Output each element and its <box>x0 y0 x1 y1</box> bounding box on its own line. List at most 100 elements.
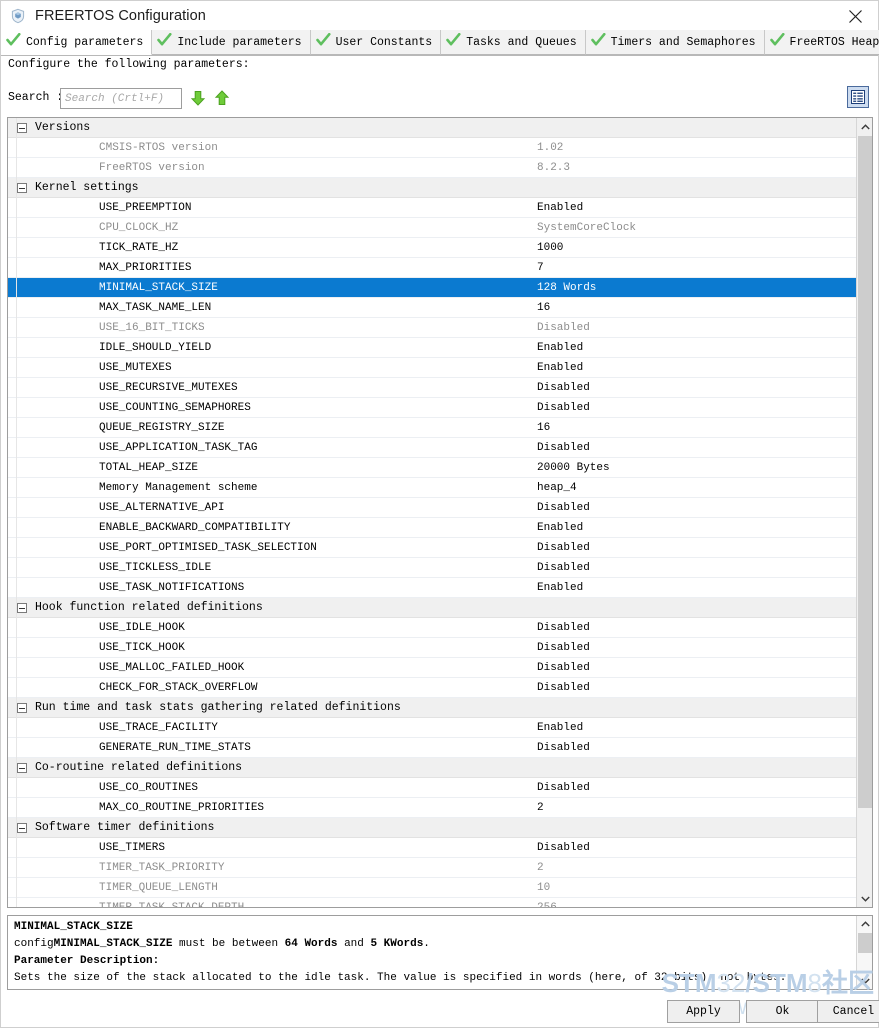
tab-tasks-and-queues[interactable]: Tasks and Queues <box>441 30 586 55</box>
parameter-value: Enabled <box>537 341 584 354</box>
tab-include-parameters[interactable]: Include parameters <box>152 30 311 55</box>
collapse-expand-icon[interactable] <box>17 122 27 133</box>
ok-button[interactable]: Ok <box>746 1000 819 1023</box>
parameter-name: GENERATE_RUN_TIME_STATS <box>99 741 251 754</box>
parameter-group-header[interactable]: Run time and task stats gathering relate… <box>8 698 857 718</box>
table-row[interactable]: ENABLE_BACKWARD_COMPATIBILITY Enabled <box>8 518 857 538</box>
table-scrollbar[interactable] <box>856 118 872 907</box>
table-row[interactable]: USE_TICK_HOOK Disabled <box>8 638 857 658</box>
table-row[interactable]: TIMER_TASK_STACK_DEPTH 256 <box>8 898 857 908</box>
table-row[interactable]: TICK_RATE_HZ 1000 <box>8 238 857 258</box>
table-row[interactable]: IDLE_SHOULD_YIELD Enabled <box>8 338 857 358</box>
parameter-name: USE_PORT_OPTIMISED_TASK_SELECTION <box>99 541 317 554</box>
parameter-name: USE_ALTERNATIVE_API <box>99 501 225 514</box>
table-scroll-thumb[interactable] <box>858 136 872 808</box>
scroll-up-icon[interactable] <box>857 118 872 135</box>
tab-label: FreeRTOS Heap Usage <box>789 35 879 49</box>
tab-label: Config parameters <box>26 35 144 49</box>
parameter-name: CPU_CLOCK_HZ <box>99 221 179 234</box>
table-row[interactable]: MAX_PRIORITIES 7 <box>8 258 857 278</box>
scroll-down-icon[interactable] <box>857 973 872 989</box>
table-row[interactable]: CHECK_FOR_STACK_OVERFLOW Disabled <box>8 678 857 698</box>
parameter-value: 2 <box>537 801 544 814</box>
table-row[interactable]: USE_TIMERS Disabled <box>8 838 857 858</box>
parameter-name: USE_CO_ROUTINES <box>99 781 199 794</box>
table-row[interactable]: QUEUE_REGISTRY_SIZE 16 <box>8 418 857 438</box>
tab-freertos-heap-usage[interactable]: FreeRTOS Heap Usage <box>764 30 879 55</box>
table-row[interactable]: USE_PREEMPTION Enabled <box>8 198 857 218</box>
search-input[interactable] <box>60 88 182 109</box>
tab-config-parameters[interactable]: Config parameters <box>1 30 153 55</box>
parameter-group-header[interactable]: Co-routine related definitions <box>8 758 857 778</box>
collapse-expand-icon[interactable] <box>17 702 27 713</box>
table-row[interactable]: USE_RECURSIVE_MUTEXES Disabled <box>8 378 857 398</box>
table-row[interactable]: MINIMAL_STACK_SIZE 128 Words <box>8 278 857 298</box>
apply-button[interactable]: Apply <box>667 1000 740 1023</box>
table-row[interactable]: USE_ALTERNATIVE_API Disabled <box>8 498 857 518</box>
parameter-name: TIMER_TASK_STACK_DEPTH <box>8 902 244 908</box>
table-row[interactable]: GENERATE_RUN_TIME_STATS Disabled <box>8 738 857 758</box>
table-row[interactable]: USE_PORT_OPTIMISED_TASK_SELECTION Disable… <box>8 538 857 558</box>
parameter-value: 16 <box>537 301 551 314</box>
check-icon <box>6 32 21 51</box>
table-row[interactable]: USE_16_BIT_TICKS Disabled <box>8 318 857 338</box>
parameter-name: MAX_CO_ROUTINE_PRIORITIES <box>99 801 265 814</box>
parameter-group-header[interactable]: Hook function related definitions <box>8 598 857 618</box>
description-scrollbar[interactable] <box>856 916 872 989</box>
arrow-up-icon[interactable] <box>213 89 231 107</box>
parameter-group-label: Co-routine related definitions <box>35 761 243 774</box>
parameter-value: Disabled <box>537 561 590 574</box>
table-row[interactable]: MAX_TASK_NAME_LEN 16 <box>8 298 857 318</box>
parameter-value: Disabled <box>537 781 590 794</box>
parameter-value: 7 <box>537 261 544 274</box>
description-range-and: and <box>337 938 371 950</box>
table-row[interactable]: CMSIS-RTOS version 1.02 <box>8 138 857 158</box>
parameter-value: 1.02 <box>537 141 564 154</box>
parameter-name: USE_PREEMPTION <box>99 201 192 214</box>
parameter-group-header[interactable]: Kernel settings <box>8 178 857 198</box>
parameter-value: Enabled <box>537 721 584 734</box>
table-row[interactable]: USE_TICKLESS_IDLE Disabled <box>8 558 857 578</box>
scroll-up-icon[interactable] <box>857 916 872 932</box>
table-row[interactable]: Memory Management scheme heap_4 <box>8 478 857 498</box>
table-row[interactable]: USE_MALLOC_FAILED_HOOK Disabled <box>8 658 857 678</box>
parameter-value: Disabled <box>537 321 590 334</box>
table-row[interactable]: USE_IDLE_HOOK Disabled <box>8 618 857 638</box>
cancel-button[interactable]: Cancel <box>817 1000 879 1023</box>
check-icon <box>315 32 331 51</box>
table-row[interactable]: USE_CO_ROUTINES Disabled <box>8 778 857 798</box>
table-row[interactable]: USE_APPLICATION_TASK_TAG Disabled <box>8 438 857 458</box>
table-row[interactable]: CPU_CLOCK_HZ SystemCoreClock <box>8 218 857 238</box>
list-view-icon[interactable] <box>847 86 869 108</box>
table-row[interactable]: USE_MUTEXES Enabled <box>8 358 857 378</box>
description-scroll-thumb[interactable] <box>858 933 872 953</box>
table-row[interactable]: USE_COUNTING_SEMAPHORES Disabled <box>8 398 857 418</box>
arrow-down-icon[interactable] <box>189 89 207 107</box>
parameter-group-header[interactable]: Versions <box>8 118 857 138</box>
table-row[interactable]: USE_TRACE_FACILITY Enabled <box>8 718 857 738</box>
scroll-down-icon[interactable] <box>857 890 872 907</box>
table-row[interactable]: TOTAL_HEAP_SIZE 20000 Bytes <box>8 458 857 478</box>
tab-timers-and-semaphores[interactable]: Timers and Semaphores <box>585 30 765 55</box>
table-row[interactable]: MAX_CO_ROUTINE_PRIORITIES 2 <box>8 798 857 818</box>
close-icon[interactable] <box>838 4 872 28</box>
parameter-name: TIMER_QUEUE_LENGTH <box>99 881 218 894</box>
collapse-expand-icon[interactable] <box>17 822 27 833</box>
collapse-expand-icon[interactable] <box>17 602 27 613</box>
tab-user-constants[interactable]: User Constants <box>310 30 442 55</box>
parameter-name: USE_RECURSIVE_MUTEXES <box>99 381 238 394</box>
table-row[interactable]: TIMER_TASK_PRIORITY 2 <box>8 858 857 878</box>
collapse-expand-icon[interactable] <box>17 182 27 193</box>
parameter-group-header[interactable]: Software timer definitions <box>8 818 857 838</box>
parameter-value: Disabled <box>537 681 590 694</box>
description-text: Sets the size of the stack allocated to … <box>14 972 787 984</box>
parameter-group-label: Software timer definitions <box>35 821 215 834</box>
collapse-expand-icon[interactable] <box>17 762 27 773</box>
parameter-name: USE_TIMERS <box>99 841 166 854</box>
tab-label: User Constants <box>335 35 433 49</box>
table-row[interactable]: FreeRTOS version 8.2.3 <box>8 158 857 178</box>
parameter-value: Enabled <box>537 521 584 534</box>
table-row[interactable]: TIMER_QUEUE_LENGTH 10 <box>8 878 857 898</box>
check-icon <box>769 32 785 51</box>
table-row[interactable]: USE_TASK_NOTIFICATIONS Enabled <box>8 578 857 598</box>
